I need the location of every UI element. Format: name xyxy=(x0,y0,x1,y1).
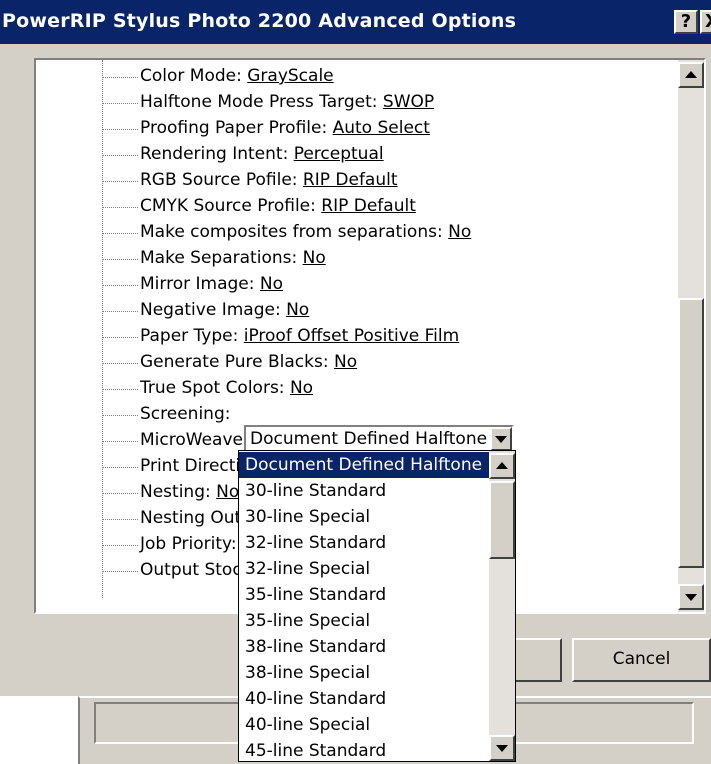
tree-item-value[interactable]: No xyxy=(286,300,309,320)
option-40-line-standard[interactable]: 40-line Standard xyxy=(239,686,489,712)
options-scroll-up-button[interactable] xyxy=(489,453,515,479)
scroll-up-button[interactable] xyxy=(678,62,704,88)
chevron-down-icon xyxy=(495,436,507,443)
tree-item-label: Proofing Paper Profile: xyxy=(140,118,333,138)
tree-item-paper-type[interactable]: Paper Type: iProof Offset Positive Film xyxy=(102,324,662,350)
scroll-down-button[interactable] xyxy=(678,584,704,610)
tree-item-true-spot-colors[interactable]: True Spot Colors: No xyxy=(102,376,662,402)
tree-item-cmyk-source-profile[interactable]: CMYK Source Profile: RIP Default xyxy=(102,194,662,220)
option-30-line-standard[interactable]: 30-line Standard xyxy=(239,478,489,504)
tree-item-make-separations[interactable]: Make Separations: No xyxy=(102,246,662,272)
option-40-line-special[interactable]: 40-line Special xyxy=(239,712,489,738)
tree-item-make-composites[interactable]: Make composites from separations: No xyxy=(102,220,662,246)
option-38-line-standard[interactable]: 38-line Standard xyxy=(239,634,489,660)
tree-item-label: True Spot Colors: xyxy=(140,378,290,398)
tree-item-value[interactable]: SWOP xyxy=(383,92,434,112)
option-38-line-special[interactable]: 38-line Special xyxy=(239,660,489,686)
help-icon: ? xyxy=(680,11,692,32)
cancel-button[interactable]: Cancel xyxy=(572,638,711,682)
tree-item-label: CMYK Source Profile: xyxy=(140,196,322,216)
screening-dropdown-button[interactable] xyxy=(490,427,512,451)
tree-item-color-mode[interactable]: Color Mode: GrayScale xyxy=(102,64,662,90)
option-document-defined-halftone[interactable]: Document Defined Halftone xyxy=(239,452,489,478)
tree-item-value[interactable]: RIP Default xyxy=(303,170,398,190)
tree-item-value[interactable]: No xyxy=(216,482,239,502)
tree-item-value[interactable]: No xyxy=(290,378,313,398)
tree-item-label: Rendering Intent: xyxy=(140,144,294,164)
tree-item-rendering-intent[interactable]: Rendering Intent: Perceptual xyxy=(102,142,662,168)
tree-item-value[interactable]: GrayScale xyxy=(247,66,333,86)
tree-item-value[interactable]: No xyxy=(260,274,283,294)
tree-item-rgb-source-profile[interactable]: RGB Source Pofile: RIP Default xyxy=(102,168,662,194)
arrow-up-icon xyxy=(685,71,697,78)
tree-item-negative-image[interactable]: Negative Image: No xyxy=(102,298,662,324)
tree-item-label: Nesting Out xyxy=(140,508,242,528)
options-scrollbar[interactable] xyxy=(489,451,515,761)
arrow-up-icon xyxy=(496,462,508,469)
help-button[interactable]: ? xyxy=(674,10,698,34)
option-32-line-standard[interactable]: 32-line Standard xyxy=(239,530,489,556)
tree-item-value[interactable]: Auto Select xyxy=(333,118,430,138)
tree-item-label: Paper Type: xyxy=(140,326,244,346)
tree-item-label: Mirror Image: xyxy=(140,274,260,294)
tree-item-value[interactable]: No xyxy=(448,222,471,242)
tree-item-label: Job Priority: xyxy=(140,534,237,554)
title-bar: PowerRIP Stylus Photo 2200 Advanced Opti… xyxy=(0,0,711,44)
tree-scrollbar[interactable] xyxy=(678,60,704,612)
tree-item-value[interactable]: RIP Default xyxy=(321,196,416,216)
tree-item-label: Make composites from separations: xyxy=(140,222,449,242)
option-32-line-special[interactable]: 32-line Special xyxy=(239,556,489,582)
tree-item-proofing-paper-profile[interactable]: Proofing Paper Profile: Auto Select xyxy=(102,116,662,142)
tree-item-value[interactable]: No xyxy=(334,352,357,372)
tree-item-label: Output Stoc xyxy=(140,560,242,580)
option-35-line-standard[interactable]: 35-line Standard xyxy=(239,582,489,608)
options-scroll-thumb[interactable] xyxy=(489,481,515,559)
tree-item-value[interactable]: No xyxy=(303,248,326,268)
option-30-line-special[interactable]: 30-line Special xyxy=(239,504,489,530)
arrow-down-icon xyxy=(496,745,508,752)
tree-item-label: Generate Pure Blacks: xyxy=(140,352,334,372)
tree-item-label: Negative Image: xyxy=(140,300,287,320)
arrow-down-icon xyxy=(685,594,697,601)
tree-item-value[interactable]: iProof Offset Positive Film xyxy=(244,326,459,346)
option-35-line-special[interactable]: 35-line Special xyxy=(239,608,489,634)
tree-item-halftone-mode[interactable]: Halftone Mode Press Target: SWOP xyxy=(102,90,662,116)
tree-item-label: RGB Source Pofile: xyxy=(140,170,303,190)
cancel-button-label: Cancel xyxy=(612,649,671,669)
tree-item-label: Print Directic xyxy=(140,456,250,476)
tree-item-label: Screening: xyxy=(140,404,231,424)
scroll-thumb[interactable] xyxy=(678,298,704,568)
screening-select[interactable]: Document Defined Halftone xyxy=(244,425,514,453)
options-scroll-down-button[interactable] xyxy=(489,735,515,761)
tree-item-label: Nesting: xyxy=(140,482,217,502)
screening-options-list[interactable]: Document Defined Halftone 30-line Standa… xyxy=(238,450,516,762)
window-title: PowerRIP Stylus Photo 2200 Advanced Opti… xyxy=(2,10,517,32)
screening-selected-value: Document Defined Halftone xyxy=(250,429,488,449)
option-45-line-standard[interactable]: 45-line Standard xyxy=(239,738,489,761)
tree-item-value[interactable]: Perceptual xyxy=(294,144,384,164)
close-button[interactable]: X xyxy=(700,10,711,34)
close-icon: X xyxy=(705,11,711,32)
tree-item-label: Halftone Mode Press Target: xyxy=(140,92,383,112)
tree-item-label: Color Mode: xyxy=(140,66,248,86)
tree-item-mirror-image[interactable]: Mirror Image: No xyxy=(102,272,662,298)
tree-item-label: MicroWeave xyxy=(140,430,243,450)
tree-item-label: Make Separations: xyxy=(140,248,303,268)
tree-item-generate-pure-blacks[interactable]: Generate Pure Blacks: No xyxy=(102,350,662,376)
